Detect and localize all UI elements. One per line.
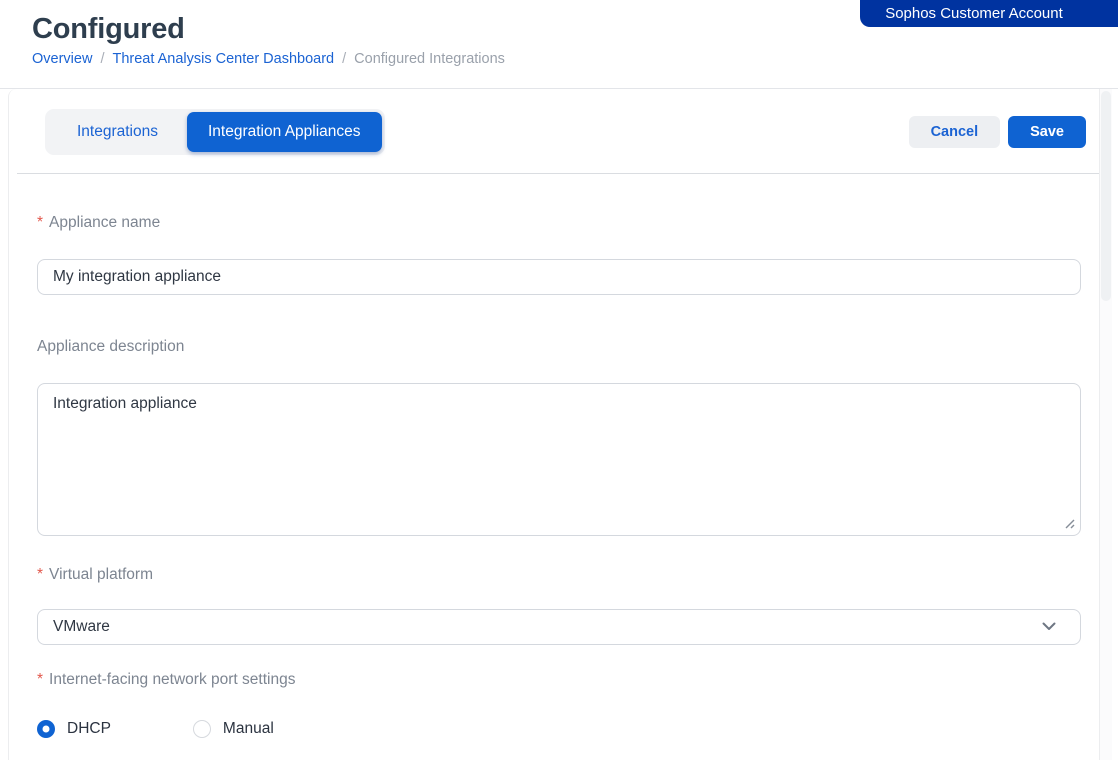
appliance-form: * Appliance name Appliance description I… — [9, 214, 1099, 738]
radio-dhcp-selected-icon[interactable] — [37, 720, 55, 738]
network-port-label: * Internet-facing network port settings — [37, 671, 1081, 689]
radio-manual-label: Manual — [223, 720, 274, 738]
appliance-name-label: * Appliance name — [37, 214, 1081, 232]
virtual-platform-select[interactable]: VMware — [37, 609, 1081, 645]
breadcrumb-separator: / — [100, 51, 104, 67]
required-marker: * — [37, 566, 43, 584]
toolbar-actions: Cancel Save — [909, 116, 1086, 148]
account-banner[interactable]: Sophos Customer Account — [860, 0, 1118, 27]
radio-option-dhcp[interactable]: DHCP — [37, 720, 111, 738]
scrollbar-thumb[interactable] — [1101, 91, 1111, 301]
required-marker: * — [37, 671, 43, 689]
radio-option-manual[interactable]: Manual — [193, 720, 274, 738]
breadcrumb-separator: / — [342, 51, 346, 67]
breadcrumb-threat-analysis-center-dashboard[interactable]: Threat Analysis Center Dashboard — [112, 51, 334, 67]
virtual-platform-label: * Virtual platform — [37, 566, 1081, 584]
account-banner-label: Sophos Customer Account — [885, 5, 1063, 22]
scrollbar-track[interactable] — [1100, 89, 1112, 760]
tab-group: Integrations Integration Appliances — [45, 109, 385, 155]
tab-integrations[interactable]: Integrations — [48, 112, 187, 152]
resize-handle-icon[interactable] — [1064, 518, 1075, 529]
virtual-platform-value: VMware — [53, 618, 110, 636]
breadcrumb: Overview / Threat Analysis Center Dashbo… — [32, 51, 1118, 67]
appliance-description-textarea[interactable]: Integration appliance — [37, 383, 1081, 536]
content-panel: Integrations Integration Appliances Canc… — [8, 89, 1100, 760]
appliance-description-wrap: Integration appliance — [37, 383, 1081, 536]
toolbar: Integrations Integration Appliances Canc… — [17, 89, 1099, 174]
required-marker: * — [37, 214, 43, 232]
network-port-options: DHCP Manual — [37, 720, 1081, 738]
appliance-name-input[interactable] — [37, 259, 1081, 295]
radio-dhcp-label: DHCP — [67, 720, 111, 738]
appliance-description-label: Appliance description — [37, 338, 1081, 356]
cancel-button[interactable]: Cancel — [909, 116, 1001, 148]
save-button[interactable]: Save — [1008, 116, 1086, 148]
breadcrumb-overview[interactable]: Overview — [32, 51, 92, 67]
radio-manual-unselected-icon[interactable] — [193, 720, 211, 738]
tab-integration-appliances[interactable]: Integration Appliances — [187, 112, 382, 152]
chevron-down-icon — [1042, 622, 1056, 631]
breadcrumb-configured-integrations: Configured Integrations — [354, 51, 505, 67]
